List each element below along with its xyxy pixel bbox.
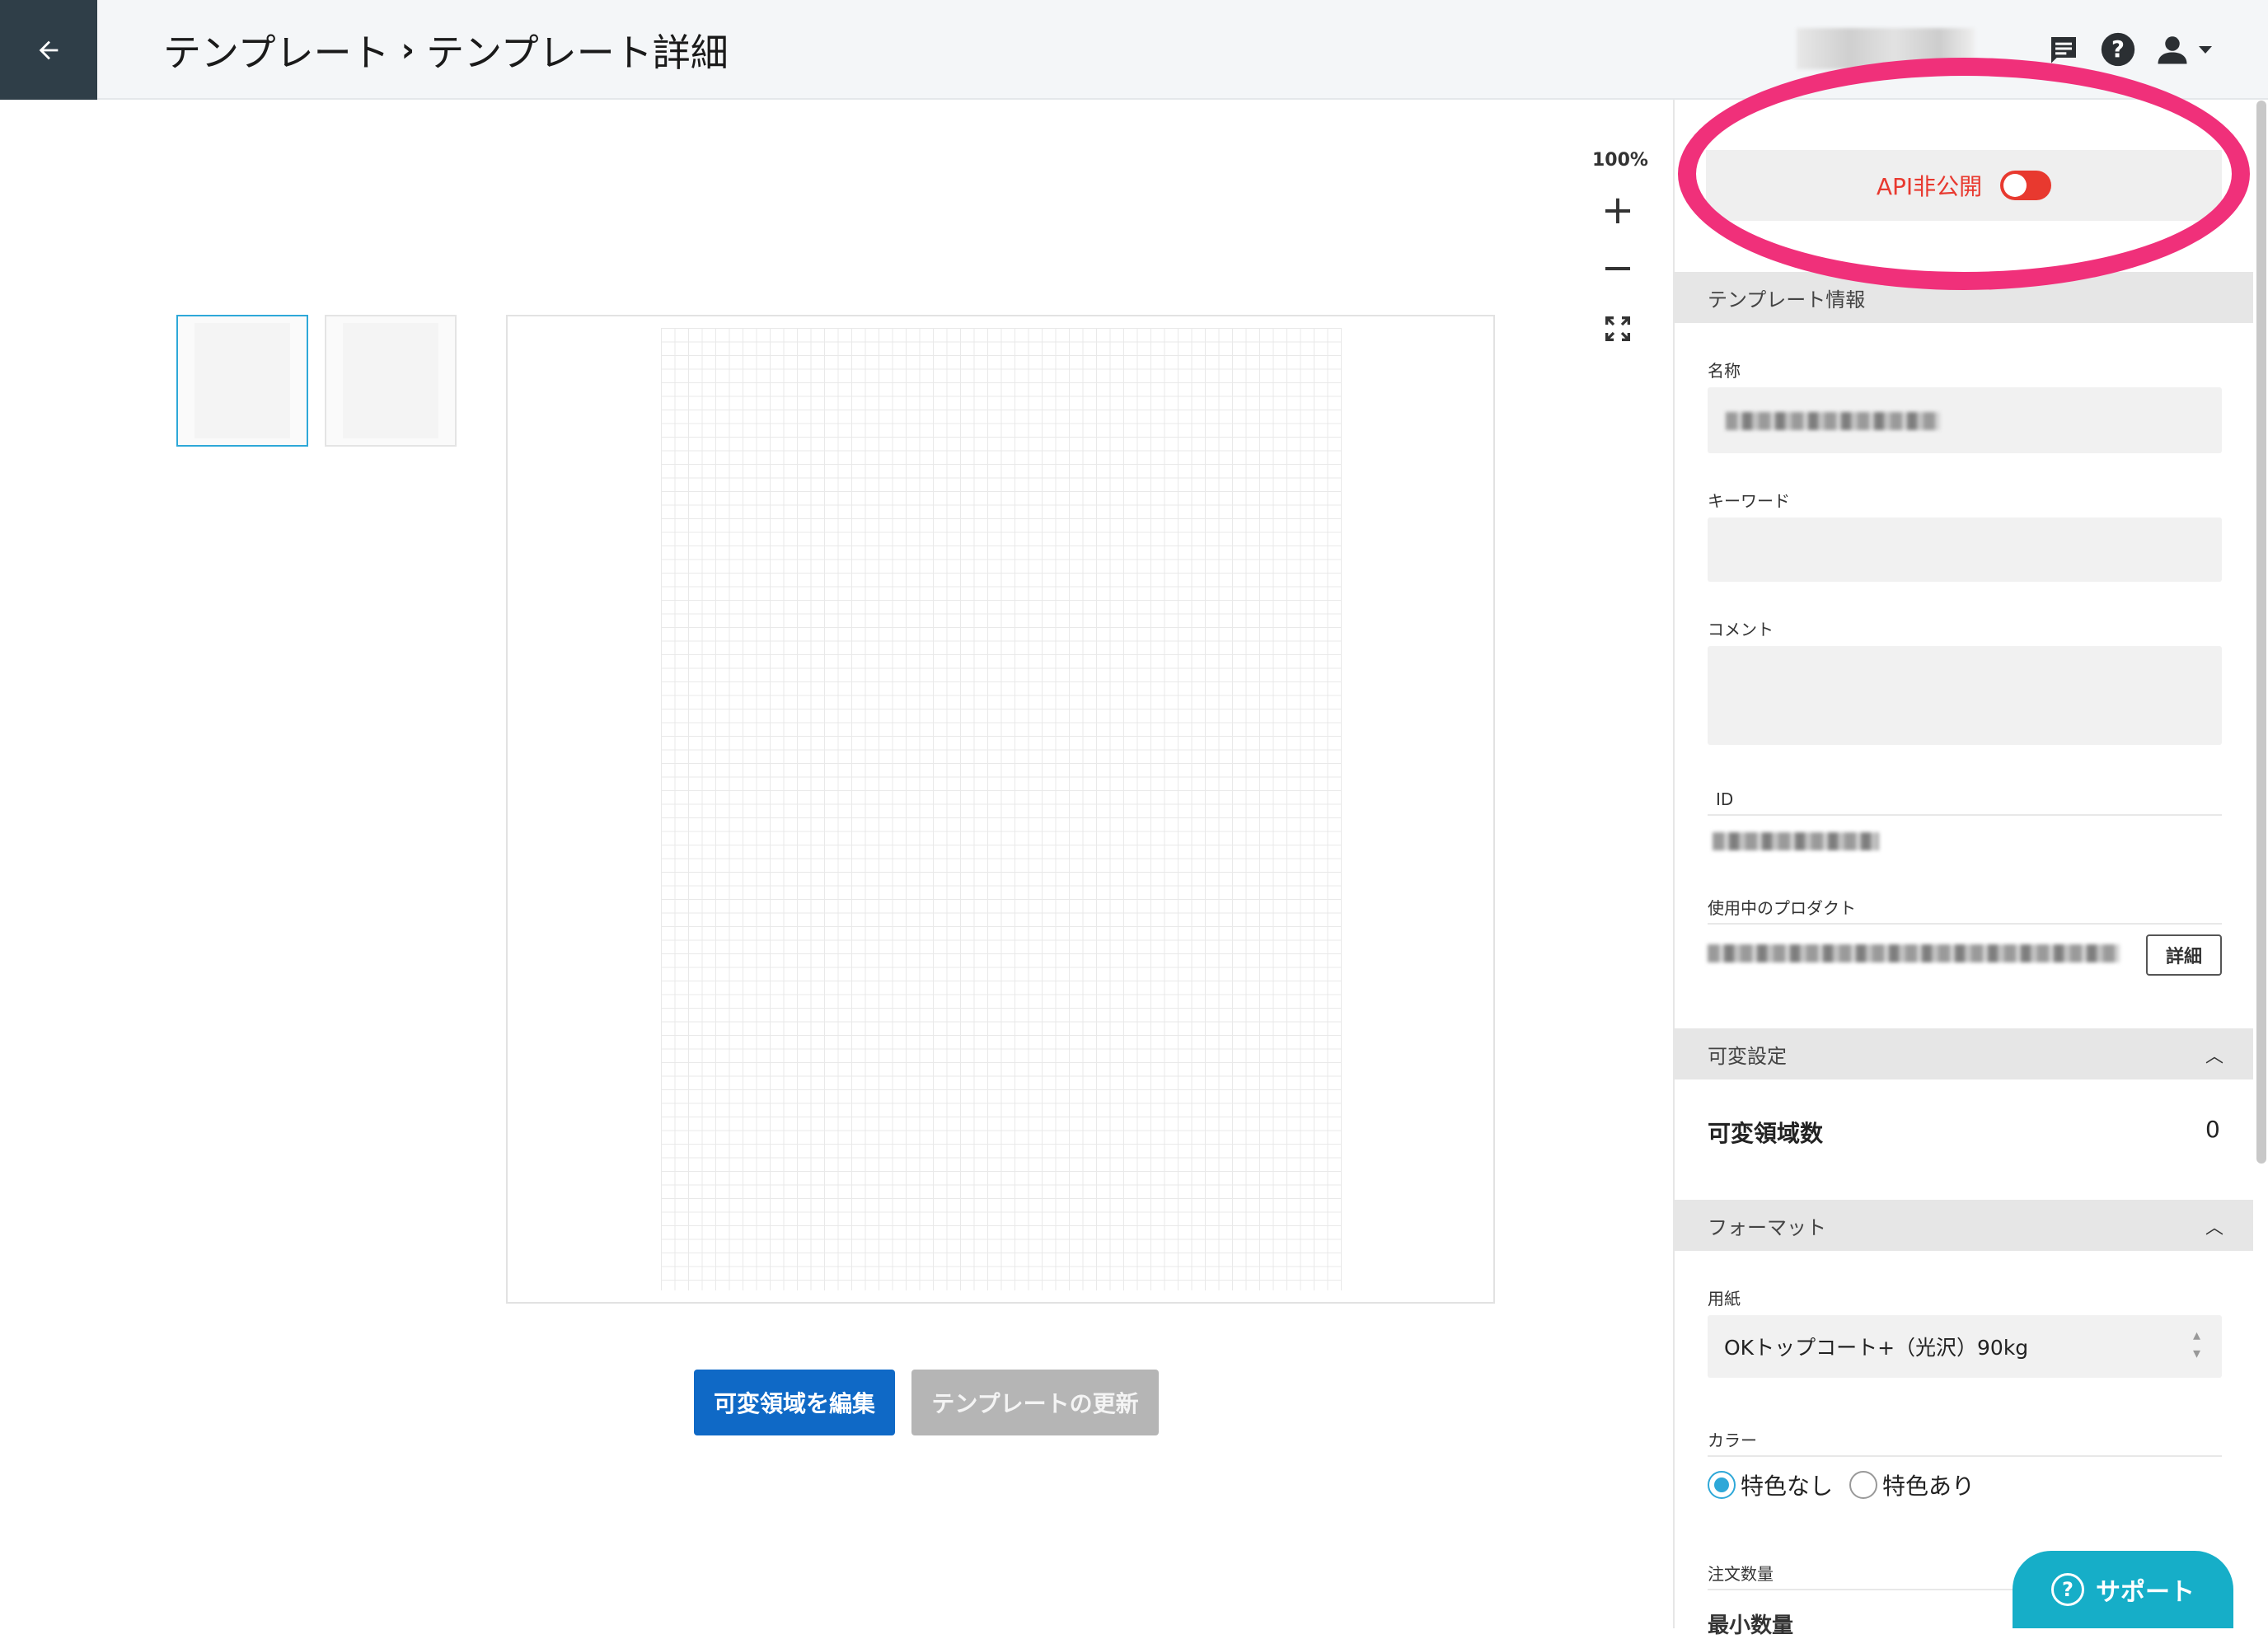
help-icon[interactable]: ? bbox=[2097, 28, 2139, 71]
product-divider bbox=[1708, 923, 2222, 925]
radio-no-spot-color[interactable]: 特色なし bbox=[1708, 1468, 1833, 1501]
update-template-button: テンプレートの更新 bbox=[911, 1370, 1159, 1435]
order-qty-label: 注文数量 bbox=[1708, 1564, 1774, 1584]
top-header: テンプレート › テンプレート詳細 ? bbox=[0, 0, 2268, 100]
breadcrumb: テンプレート › テンプレート詳細 bbox=[163, 21, 729, 79]
comment-textarea[interactable] bbox=[1708, 646, 2222, 745]
edit-variable-area-button[interactable]: 可変領域を編集 bbox=[694, 1370, 895, 1435]
variable-count-label: 可変領域数 bbox=[1708, 1120, 1824, 1147]
name-label: 名称 bbox=[1708, 361, 1741, 381]
radio-spot-color-label: 特色あり bbox=[1882, 1473, 1975, 1500]
chevron-up-icon: ︿ bbox=[2205, 1218, 2223, 1239]
product-label: 使用中のプロダクト bbox=[1708, 898, 1856, 918]
svg-text:?: ? bbox=[2111, 36, 2125, 63]
id-divider bbox=[1708, 814, 2222, 816]
comment-label: コメント bbox=[1708, 620, 1774, 639]
template-preview bbox=[506, 315, 1495, 1304]
radio-unchecked-icon bbox=[1849, 1471, 1877, 1499]
user-icon[interactable] bbox=[2151, 28, 2194, 71]
section-variable-label: 可変設定 bbox=[1708, 1044, 1787, 1068]
page-thumbnail-1[interactable] bbox=[176, 315, 308, 447]
section-template-info[interactable]: テンプレート情報 bbox=[1675, 272, 2253, 323]
preview-grid bbox=[661, 328, 1342, 1290]
select-arrows-icon: ▴ ▾ bbox=[2192, 1327, 2200, 1362]
section-format-label: フォーマット bbox=[1708, 1215, 1826, 1239]
zoom-out-button[interactable]: − bbox=[1599, 248, 1637, 288]
min-qty-label: 最小数量 bbox=[1708, 1613, 1794, 1638]
api-visibility-bar: API非公開 bbox=[1706, 150, 2222, 221]
section-variable-settings[interactable]: 可変設定 ︿ bbox=[1675, 1028, 2253, 1079]
id-label: ID bbox=[1716, 789, 1734, 809]
fit-screen-button[interactable] bbox=[1599, 310, 1637, 348]
right-panel bbox=[1673, 100, 2268, 1628]
panel-scrollbar[interactable] bbox=[2256, 101, 2266, 1164]
zoom-in-button[interactable]: + bbox=[1599, 190, 1637, 230]
back-button[interactable] bbox=[0, 0, 97, 100]
caret-down-icon[interactable] bbox=[2191, 28, 2220, 71]
radio-spot-color[interactable]: 特色あり bbox=[1849, 1468, 1975, 1501]
paper-select[interactable]: OKトップコート+（光沢）90kg ▴ ▾ bbox=[1708, 1315, 2222, 1378]
keyword-label: キーワード bbox=[1708, 491, 1790, 511]
page-thumbnail-2[interactable] bbox=[325, 315, 457, 447]
fullscreen-icon bbox=[1605, 316, 1630, 341]
breadcrumb-current: テンプレート詳細 bbox=[426, 30, 729, 75]
color-divider bbox=[1708, 1455, 2222, 1457]
support-label: サポート bbox=[2096, 1578, 2195, 1607]
support-button[interactable]: ? サポート bbox=[2013, 1551, 2233, 1628]
product-value-blurred bbox=[1708, 944, 2120, 962]
zoom-level: 100% bbox=[1592, 150, 1648, 171]
id-value-blurred bbox=[1713, 832, 1879, 850]
breadcrumb-parent[interactable]: テンプレート bbox=[163, 23, 390, 77]
api-toggle[interactable] bbox=[2000, 171, 2052, 200]
blurred-account-name bbox=[1797, 28, 1975, 69]
chevron-up-icon: ︿ bbox=[2205, 1047, 2223, 1067]
section-format[interactable]: フォーマット ︿ bbox=[1675, 1200, 2253, 1251]
color-label: カラー bbox=[1708, 1431, 1757, 1450]
keyword-field[interactable] bbox=[1708, 517, 2222, 582]
variable-count-value: 0 bbox=[2205, 1116, 2220, 1143]
paper-select-value: OKトップコート+（光沢）90kg bbox=[1724, 1336, 2029, 1360]
product-detail-button[interactable]: 詳細 bbox=[2146, 934, 2222, 976]
question-icon: ? bbox=[2051, 1573, 2084, 1606]
name-field[interactable] bbox=[1708, 387, 2222, 453]
chat-icon[interactable] bbox=[2042, 28, 2085, 71]
arrow-left-icon bbox=[39, 40, 59, 59]
radio-checked-icon bbox=[1708, 1471, 1736, 1499]
api-toggle-label: API非公開 bbox=[1876, 173, 1983, 200]
paper-label: 用紙 bbox=[1708, 1289, 1741, 1309]
section-template-info-label: テンプレート情報 bbox=[1708, 288, 1866, 311]
breadcrumb-separator: › bbox=[401, 31, 415, 69]
radio-no-spot-color-label: 特色なし bbox=[1741, 1473, 1834, 1500]
